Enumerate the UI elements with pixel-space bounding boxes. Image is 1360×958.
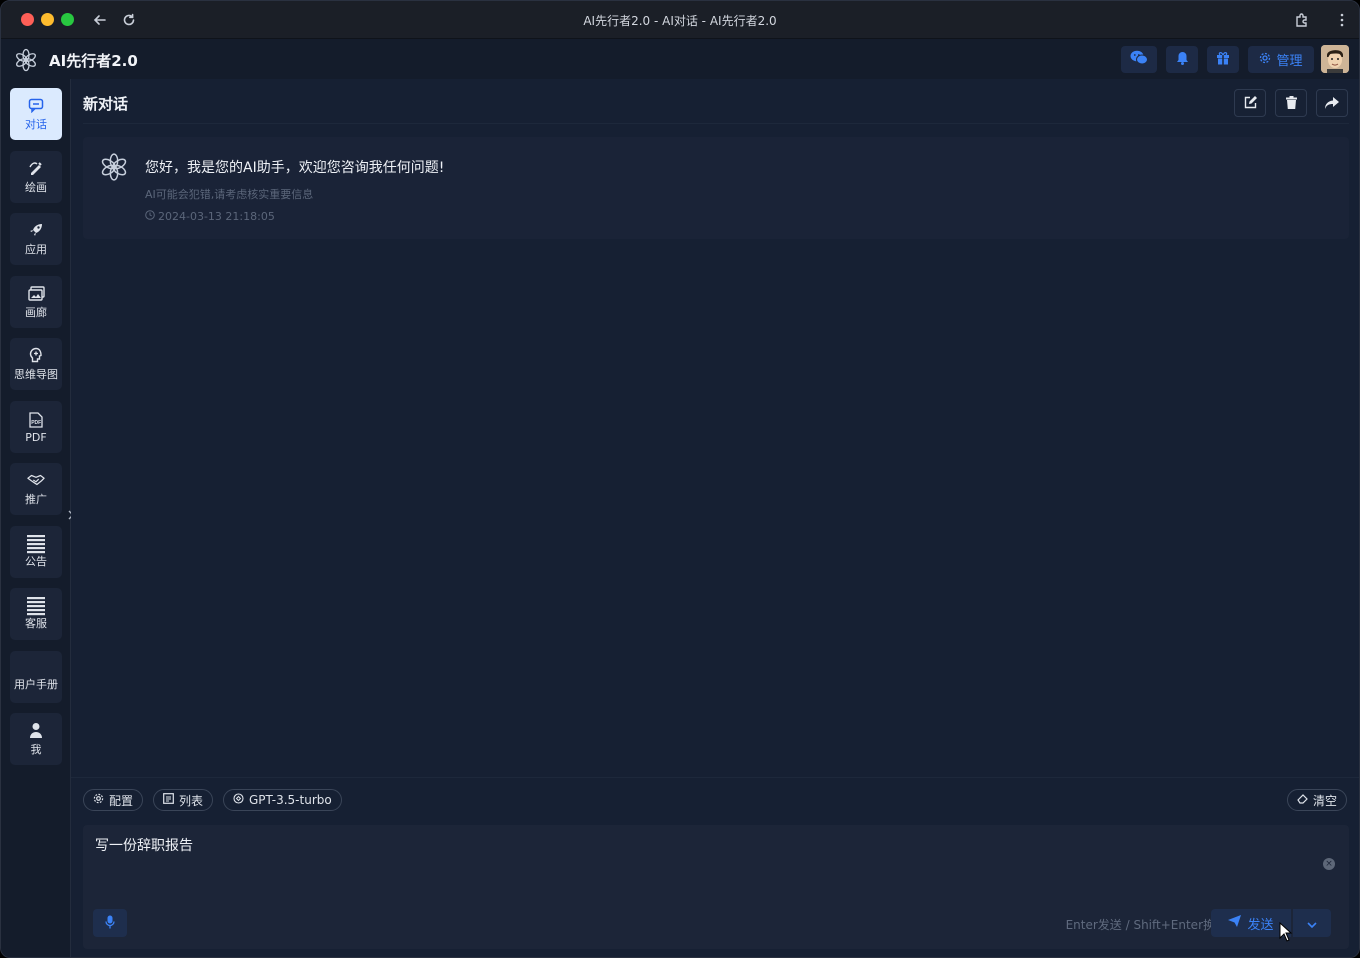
gift-icon	[1216, 51, 1230, 69]
brand-logo-icon	[13, 47, 39, 73]
send-hint: Enter发送 / Shift+Enter换行	[1065, 918, 1227, 932]
voice-input-button[interactable]	[93, 909, 127, 937]
divider	[71, 777, 1359, 778]
share-chat-button[interactable]	[1316, 89, 1348, 117]
delete-chat-button[interactable]	[1275, 89, 1307, 117]
sidebar-item-service[interactable]: 客服	[10, 588, 62, 640]
edit-chat-button[interactable]	[1234, 89, 1266, 117]
sidebar-item-mindmap[interactable]: 思维导图	[10, 338, 62, 390]
mindmap-icon	[27, 346, 45, 364]
sidebar-item-apps[interactable]: 应用	[10, 213, 62, 265]
pdf-icon: PDF	[27, 411, 45, 429]
wechat-button[interactable]	[1121, 46, 1157, 73]
sidebar-item-label: PDF	[25, 430, 47, 444]
wechat-icon	[1130, 50, 1148, 69]
chat-icon	[27, 96, 45, 114]
gear-icon	[1259, 52, 1271, 68]
list-icon	[163, 793, 174, 807]
sidebar-item-label: 应用	[25, 243, 47, 256]
paint-icon	[27, 159, 45, 177]
microphone-icon	[105, 914, 115, 933]
app-window: AI先行者2.0 - AI对话 - AI先行者2.0 AI先行者2.0 管理 对…	[0, 0, 1360, 958]
assistant-message: 您好，我是您的AI助手，欢迎您咨询我任何问题! AI可能会犯错,请考虑核实重要信…	[83, 137, 1349, 239]
sidebar-item-manual[interactable]: 用户手册	[10, 651, 62, 703]
rocket-icon	[27, 221, 45, 239]
sidebar-item-label: 客服	[25, 617, 47, 630]
timestamp-text: 2024-03-13 21:18:05	[158, 210, 275, 223]
gear-icon	[93, 793, 104, 807]
clear-chat-button[interactable]: 清空	[1287, 789, 1348, 811]
config-button[interactable]: 配置	[83, 789, 144, 811]
openai-icon	[233, 793, 244, 807]
notifications-button[interactable]	[1166, 46, 1198, 73]
svg-text:PDF: PDF	[31, 420, 41, 426]
message-text: 您好，我是您的AI助手，欢迎您咨询我任何问题!	[145, 160, 445, 176]
manage-button[interactable]: 管理	[1248, 46, 1314, 73]
manage-label: 管理	[1276, 54, 1303, 69]
sidebar-item-promote[interactable]: 推广	[10, 463, 62, 515]
app-header: AI先行者2.0 管理	[1, 39, 1359, 79]
sidebar-item-label: 我	[30, 743, 42, 756]
sidebar-item-gallery[interactable]: 画廊	[10, 276, 62, 328]
sidebar-item-me[interactable]: 我	[10, 713, 62, 765]
avatar[interactable]	[1321, 45, 1349, 73]
send-options-dropdown[interactable]	[1293, 909, 1331, 937]
extensions-icon[interactable]	[1291, 9, 1313, 31]
gallery-icon	[27, 284, 45, 302]
divider	[83, 123, 1349, 124]
sidebar-item-pdf[interactable]: PDF PDF	[10, 401, 62, 453]
brand-name: AI先行者2.0	[49, 52, 138, 70]
handshake-icon	[27, 471, 45, 489]
more-vertical-icon[interactable]	[1331, 9, 1353, 31]
clear-label: 清空	[1313, 793, 1338, 808]
send-label: 发送	[1247, 917, 1274, 933]
paper-plane-icon	[1228, 915, 1242, 931]
window-title: AI先行者2.0 - AI对话 - AI先行者2.0	[583, 14, 777, 28]
message-input-text[interactable]: 写一份辞职报告	[95, 835, 193, 855]
sidebar-item-label: 对话	[25, 118, 47, 131]
sidebar-item-label: 思维导图	[14, 368, 58, 381]
sidebar-item-chat[interactable]: 对话	[10, 88, 62, 140]
config-label: 配置	[109, 793, 134, 808]
sidebar: 对话 绘画 应用 画廊 思维导图 PDF PDF 推广 公告 客服 用户手册 我	[1, 79, 74, 957]
share-icon	[1325, 94, 1339, 113]
sidebar-item-label: 公告	[25, 555, 47, 568]
sidebar-item-label: 推广	[25, 493, 47, 506]
bell-icon	[1176, 51, 1189, 69]
title-bar: AI先行者2.0 - AI对话 - AI先行者2.0	[1, 1, 1359, 39]
list-button[interactable]: 列表	[153, 789, 214, 811]
list-label: 列表	[179, 793, 204, 808]
eraser-icon	[1297, 793, 1308, 807]
message-input[interactable]: 写一份辞职报告 × Enter发送 / Shift+Enter换行 发送	[83, 825, 1349, 949]
clock-icon	[145, 210, 155, 223]
model-selector[interactable]: GPT-3.5-turbo	[223, 789, 342, 811]
edit-icon	[1244, 94, 1257, 113]
sidebar-item-label: 绘画	[25, 181, 47, 194]
sidebar-item-label: 用户手册	[14, 678, 58, 691]
sidebar-item-paint[interactable]: 绘画	[10, 151, 62, 203]
sidebar-item-label: 画廊	[25, 306, 47, 319]
user-icon	[27, 721, 45, 739]
chevron-down-icon	[1307, 914, 1317, 933]
mouse-pointer-icon	[1279, 921, 1293, 942]
chat-panel: 新对话 您好，我是您的AI助手，欢迎您咨询我任何问题! AI可能会犯错,请考虑核…	[71, 79, 1359, 957]
gift-button[interactable]	[1207, 46, 1239, 73]
model-label: GPT-3.5-turbo	[249, 793, 332, 807]
trash-icon	[1285, 94, 1297, 113]
sidebar-item-notice[interactable]: 公告	[10, 526, 62, 578]
message-timestamp: 2024-03-13 21:18:05	[145, 210, 275, 223]
chat-title: 新对话	[83, 95, 129, 113]
clear-input-icon[interactable]: ×	[1323, 858, 1335, 870]
assistant-logo-icon	[98, 151, 130, 183]
message-disclaimer: AI可能会犯错,请考虑核实重要信息	[145, 188, 314, 201]
